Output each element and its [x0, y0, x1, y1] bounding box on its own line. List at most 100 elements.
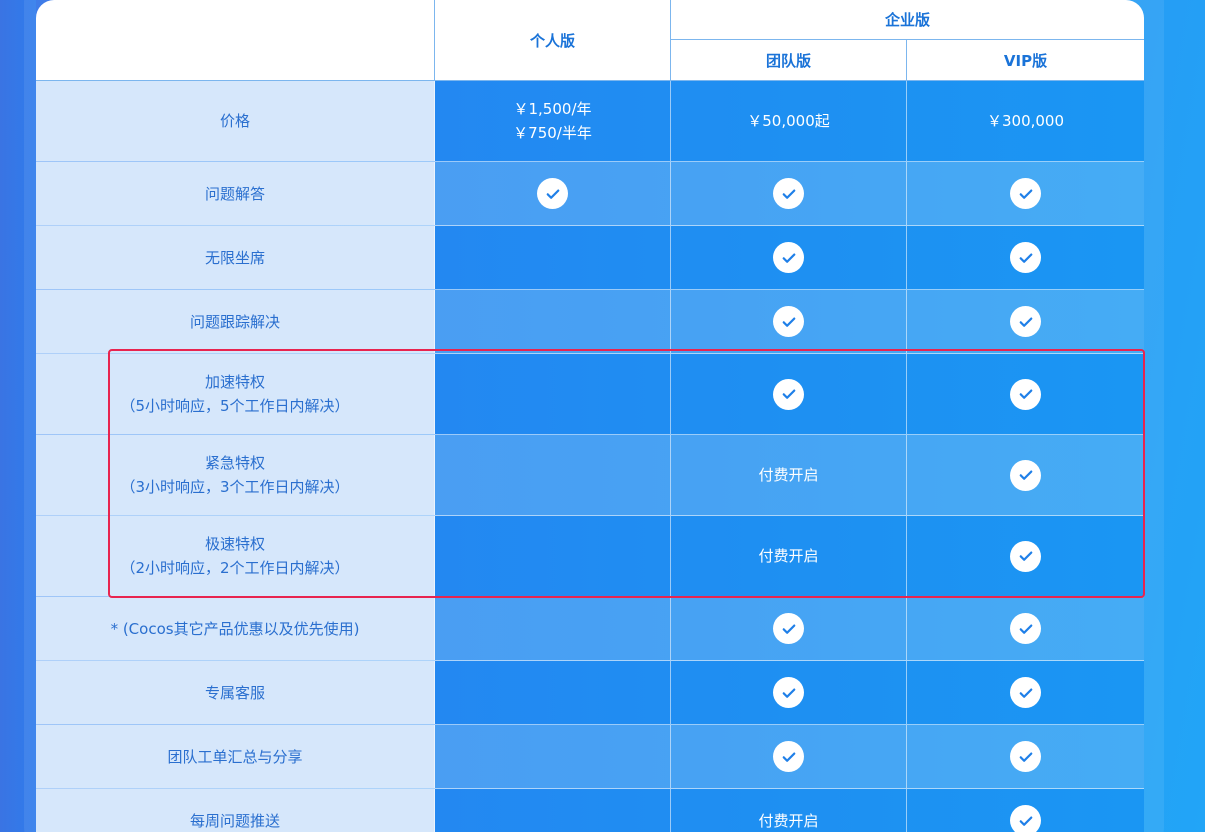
check-circle-icon: [1010, 378, 1041, 410]
personal-plan-cell: [435, 290, 671, 353]
check-circle-icon: [773, 178, 804, 209]
team-plan-cell: [671, 661, 907, 724]
personal-plan-cell: [435, 516, 671, 596]
cell-text: ￥300,000: [986, 112, 1065, 130]
header-team: 团队版: [671, 40, 907, 80]
table-row: 问题解答: [36, 162, 1144, 226]
check-circle-icon: [773, 677, 804, 708]
cell-text-line: （2小时响应，2个工作日内解决）: [120, 559, 350, 577]
vip-plan-cell: [907, 162, 1144, 225]
check-circle-icon: [1010, 242, 1041, 273]
cell-text-line: ￥750/半年: [513, 124, 592, 142]
cell-text-line: 问题解答: [204, 184, 265, 203]
table-row: 团队工单汇总与分享: [36, 725, 1144, 789]
header-personal: 个人版: [435, 0, 671, 80]
team-plan-cell: [671, 597, 907, 660]
vip-plan-cell: [907, 725, 1144, 788]
cell-text-line: * (Cocos其它产品优惠以及优先使用): [110, 619, 360, 638]
table-row: 专属客服: [36, 661, 1144, 725]
cell-text-line: 极速特权: [204, 535, 265, 553]
cell-text: ￥50,000起: [747, 112, 830, 130]
check-circle-icon: [773, 306, 804, 337]
check-circle-icon: [1010, 677, 1041, 708]
check-circle-icon: [537, 178, 568, 209]
check-circle-icon: [773, 741, 804, 772]
check-circle-icon: [1010, 741, 1041, 772]
feature-name-cell: 价格: [36, 81, 435, 161]
personal-plan-cell: [435, 661, 671, 724]
vip-plan-cell: [907, 661, 1144, 724]
feature-name-cell: 问题解答: [36, 162, 435, 225]
pricing-table: 个人版 企业版 团队版 VIP版 价格 ￥1,500/年 ￥750/半年 ￥50,00…: [36, 0, 1144, 832]
check-circle-icon: [1010, 805, 1041, 832]
header-feature-cell: [36, 0, 435, 80]
cell-text: 付费开启: [758, 547, 819, 565]
table-row: 每周问题推送 付费开启: [36, 789, 1144, 832]
cell-text-line: 紧急特权: [204, 454, 265, 472]
personal-plan-cell: [435, 162, 671, 225]
cell-text-line: 无限坐席: [204, 248, 265, 267]
personal-plan-cell: [435, 226, 671, 289]
cell-text-line: 团队工单汇总与分享: [167, 747, 303, 766]
personal-plan-cell: ￥1,500/年 ￥750/半年: [435, 81, 671, 161]
feature-name-cell: * (Cocos其它产品优惠以及优先使用): [36, 597, 435, 660]
team-plan-cell: 付费开启: [671, 789, 907, 832]
cell-text-line: 价格: [219, 112, 250, 130]
feature-name-cell: 极速特权 （2小时响应，2个工作日内解决）: [36, 516, 435, 596]
feature-name-cell: 每周问题推送: [36, 789, 435, 832]
table-row: 极速特权 （2小时响应，2个工作日内解决） 付费开启: [36, 516, 1144, 597]
check-circle-icon: [773, 242, 804, 273]
check-circle-icon: [1010, 613, 1041, 644]
vip-plan-cell: ￥300,000: [907, 81, 1144, 161]
check-circle-icon: [773, 378, 804, 410]
vip-plan-cell: [907, 597, 1144, 660]
table-row: 加速特权 （5小时响应，5个工作日内解决）: [36, 354, 1144, 435]
team-plan-cell: 付费开启: [671, 435, 907, 515]
table-row: 问题跟踪解决: [36, 290, 1144, 354]
check-circle-icon: [1010, 178, 1041, 209]
cell-text-line: 专属客服: [204, 683, 265, 702]
cell-text-line: （5小时响应，5个工作日内解决）: [120, 397, 350, 415]
personal-plan-cell: [435, 435, 671, 515]
feature-name-cell: 无限坐席: [36, 226, 435, 289]
header-enterprise: 企业版: [671, 0, 1144, 40]
cell-text: 付费开启: [758, 811, 819, 830]
check-circle-icon: [1010, 306, 1041, 337]
cell-text-line: 问题跟踪解决: [189, 312, 280, 331]
personal-plan-cell: [435, 725, 671, 788]
feature-name-cell: 团队工单汇总与分享: [36, 725, 435, 788]
team-plan-cell: [671, 226, 907, 289]
team-plan-cell: [671, 354, 907, 434]
table-row: 价格 ￥1,500/年 ￥750/半年 ￥50,000起 ￥300,000: [36, 81, 1144, 162]
vip-plan-cell: [907, 290, 1144, 353]
cell-text: 付费开启: [758, 466, 819, 484]
vip-plan-cell: [907, 516, 1144, 596]
vip-plan-cell: [907, 226, 1144, 289]
team-plan-cell: 付费开启: [671, 516, 907, 596]
personal-plan-cell: [435, 597, 671, 660]
table-row: 无限坐席: [36, 226, 1144, 290]
check-circle-icon: [1010, 540, 1041, 572]
cell-text-line: ￥1,500/年: [513, 100, 592, 118]
team-plan-cell: [671, 725, 907, 788]
feature-name-cell: 专属客服: [36, 661, 435, 724]
feature-name-cell: 紧急特权 （3小时响应，3个工作日内解决）: [36, 435, 435, 515]
team-plan-cell: ￥50,000起: [671, 81, 907, 161]
vip-plan-cell: [907, 354, 1144, 434]
feature-name-cell: 问题跟踪解决: [36, 290, 435, 353]
vip-plan-cell: [907, 435, 1144, 515]
table-row: 紧急特权 （3小时响应，3个工作日内解决） 付费开启: [36, 435, 1144, 516]
cell-text-line: （3小时响应，3个工作日内解决）: [120, 478, 350, 496]
cell-text-line: 加速特权: [204, 373, 265, 391]
vip-plan-cell: [907, 789, 1144, 832]
table-row: * (Cocos其它产品优惠以及优先使用): [36, 597, 1144, 661]
check-circle-icon: [1010, 459, 1041, 491]
cell-text-line: 每周问题推送: [189, 811, 280, 830]
team-plan-cell: [671, 290, 907, 353]
header-vip: VIP版: [907, 40, 1144, 80]
team-plan-cell: [671, 162, 907, 225]
check-circle-icon: [773, 613, 804, 644]
personal-plan-cell: [435, 354, 671, 434]
feature-name-cell: 加速特权 （5小时响应，5个工作日内解决）: [36, 354, 435, 434]
personal-plan-cell: [435, 789, 671, 832]
